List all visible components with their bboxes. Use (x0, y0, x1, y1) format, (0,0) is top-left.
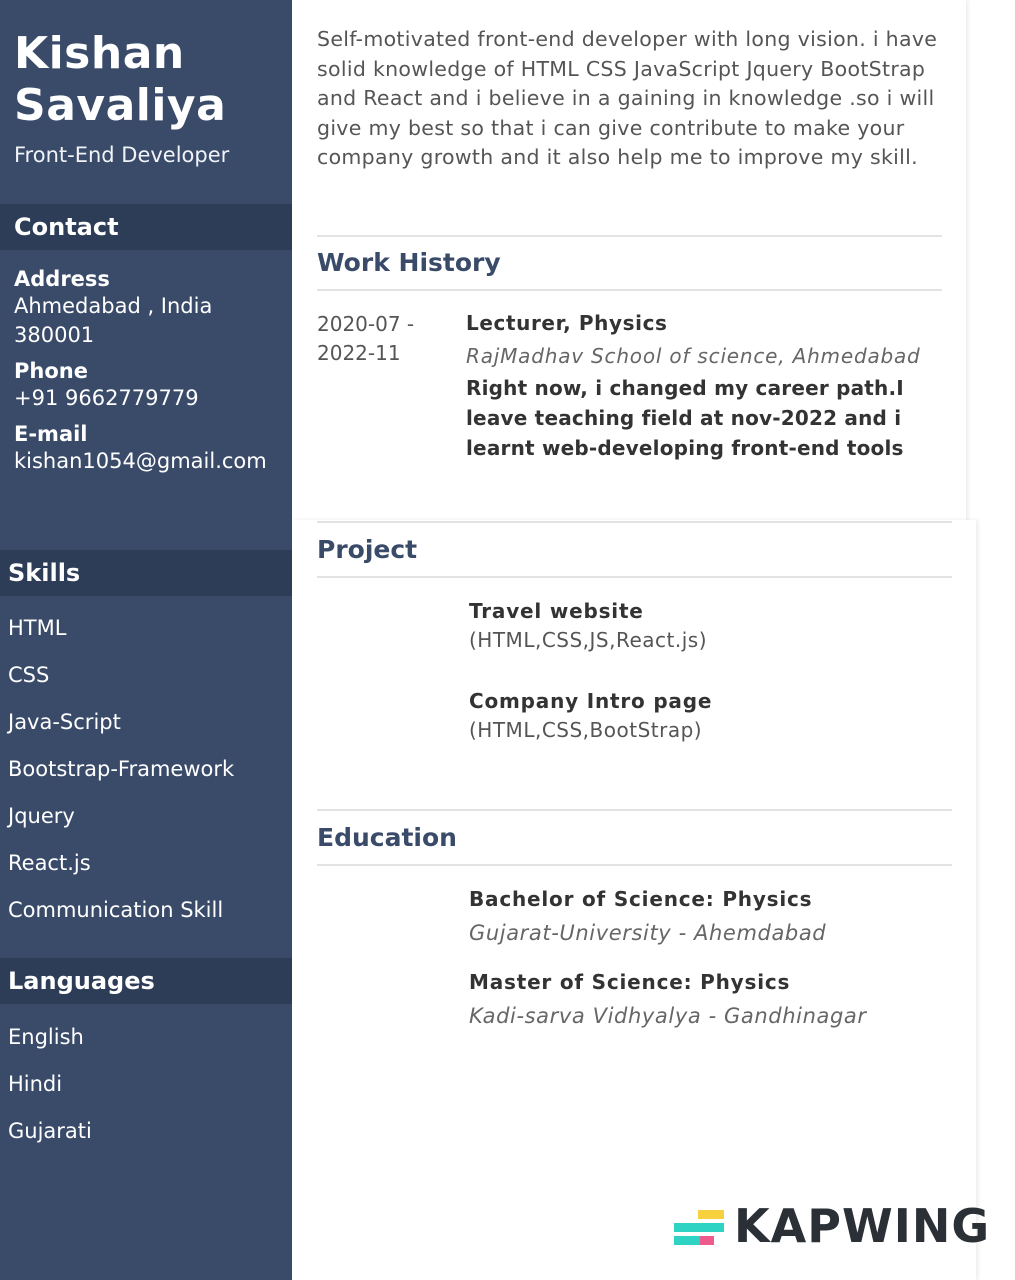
skills-heading: Skills (0, 550, 292, 596)
job-description: Right now, i changed my career path.I le… (466, 376, 904, 460)
work-period-end: 2022-11 (317, 341, 401, 365)
education-entry: Bachelor of Science: Physics Gujarat-Uni… (469, 884, 949, 948)
phone-value: +91 9662779779 (14, 386, 199, 410)
skills-list: HTML CSS Java-Script Bootstrap-Framework… (8, 615, 234, 944)
languages-heading: Languages (0, 958, 292, 1004)
language-item: Hindi (8, 1072, 63, 1096)
contact-details: Address Ahmedabad , India 380001 Phone +… (14, 266, 276, 476)
email-label: E-mail (14, 422, 88, 446)
divider (317, 576, 952, 578)
job-title: Lecturer, Physics (466, 311, 668, 335)
candidate-name: Kishan Savaliya (14, 28, 284, 132)
language-item: English (8, 1025, 84, 1049)
skill-item: Communication Skill (8, 898, 224, 922)
divider (317, 289, 942, 291)
project-heading: Project (317, 535, 418, 564)
contact-heading: Contact (0, 204, 292, 250)
sidebar: Kishan Savaliya Front-End Developer Cont… (0, 0, 292, 1280)
divider (317, 809, 952, 811)
work-period: 2020-07 - 2022-11 (317, 310, 437, 368)
skill-item: HTML (8, 616, 67, 640)
divider (317, 864, 952, 866)
work-period-start: 2020-07 - (317, 312, 415, 336)
skill-item: Jquery (8, 804, 75, 828)
work-history-heading: Work History (317, 248, 501, 277)
divider (317, 235, 942, 237)
education-entry: Master of Science: Physics Kadi-sarva Vi… (469, 967, 949, 1031)
education-institution: Gujarat-University - Ahemdabad (469, 921, 827, 945)
project-entry: Company Intro page (HTML,CSS,BootStrap) (469, 686, 949, 745)
project-entry: Travel website (HTML,CSS,JS,React.js) (469, 596, 949, 655)
address-value: Ahmedabad , India 380001 (14, 294, 213, 347)
languages-list: English Hindi Gujarati (8, 1024, 92, 1165)
education-degree: Master of Science: Physics (469, 970, 791, 994)
email-value: kishan1054@gmail.com (14, 449, 267, 473)
job-organization: RajMadhav School of science, Ahmedabad (466, 344, 921, 368)
name-first: Kishan (14, 28, 185, 79)
education-heading: Education (317, 823, 457, 852)
skill-item: Bootstrap-Framework (8, 757, 235, 781)
project-title: Company Intro page (469, 689, 713, 713)
phone-label: Phone (14, 359, 88, 383)
project-tech: (HTML,CSS,BootStrap) (469, 718, 703, 742)
project-title: Travel website (469, 599, 644, 623)
work-entry: Lecturer, Physics RajMadhav School of sc… (466, 308, 936, 463)
name-last: Savaliya (14, 80, 227, 131)
kapwing-logo-icon (674, 1210, 724, 1245)
project-tech: (HTML,CSS,JS,React.js) (469, 628, 708, 652)
language-item: Gujarati (8, 1119, 92, 1143)
divider (317, 521, 952, 523)
skill-item: CSS (8, 663, 50, 687)
job-role: Front-End Developer (14, 143, 230, 167)
profile-summary: Self-motivated front-end developer with … (317, 27, 938, 170)
address-label: Address (14, 267, 110, 291)
kapwing-watermark: KAPWING (734, 1199, 991, 1253)
education-institution: Kadi-sarva Vidhyalya - Gandhinagar (469, 1004, 867, 1028)
education-degree: Bachelor of Science: Physics (469, 887, 813, 911)
skill-item: React.js (8, 851, 91, 875)
skill-item: Java-Script (8, 710, 121, 734)
